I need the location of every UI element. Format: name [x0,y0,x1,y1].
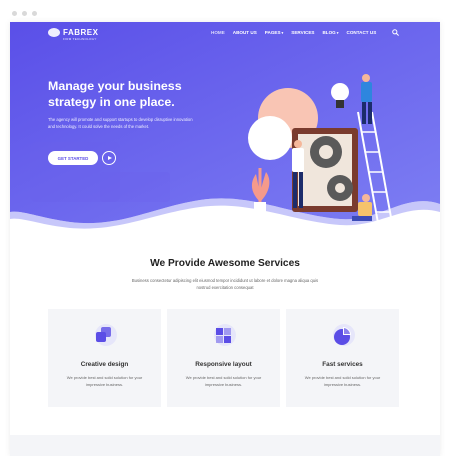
search-icon[interactable] [392,29,399,36]
grid-icon [214,324,236,346]
navbar: FABREX FIRM TECHNOLOGY HOME ABOUT US PAG… [10,22,440,46]
service-card-creative-design[interactable]: Creative design We provide best and soli… [48,309,161,407]
play-video-button[interactable] [102,151,116,165]
play-icon [107,156,112,160]
card-text: We provide best and solid solution for y… [304,375,381,387]
get-started-button[interactable]: GET STARTED [48,151,98,165]
brand-tagline: FIRM TECHNOLOGY [63,37,97,41]
service-card-responsive-layout[interactable]: Responsive layout We provide best and so… [167,309,280,407]
brand-logo[interactable]: FABREX FIRM TECHNOLOGY [48,27,99,41]
hero-title: Manage your business strategy in one pla… [48,79,182,109]
service-card-fast-services[interactable]: Fast services We provide best and solid … [286,309,399,407]
card-text: We provide best and solid solution for y… [185,375,262,387]
services-subtitle: Business consectetur adipiscing elit eiu… [131,278,319,290]
nav-item-about-us[interactable]: ABOUT US [233,30,257,35]
card-title: Fast services [322,361,363,368]
service-cards: Creative design We provide best and soli… [48,309,399,407]
brand-name: FABREX [63,27,99,37]
nav-item-blog[interactable]: BLOG▾ [322,30,338,35]
hero-description: The agency will promote and support star… [48,117,193,129]
pie-chart-icon [333,324,355,346]
nav-item-services[interactable]: SERVICES [291,30,314,35]
services-title: We Provide Awesome Services [150,258,300,269]
card-title: Responsive layout [195,361,252,368]
nav-item-contact-us[interactable]: CONTACT US [347,30,377,35]
main-nav: HOME ABOUT US PAGES▾ SERVICES BLOG▾ CONT… [211,30,376,35]
window-dot-minimize[interactable] [22,11,27,16]
nav-item-home[interactable]: HOME [211,30,225,35]
chevron-down-icon: ▾ [281,31,284,35]
logo-icon [48,28,60,37]
nav-item-pages[interactable]: PAGES▾ [265,30,284,35]
window-dot-maximize[interactable] [32,11,37,16]
page-frame: FABREX FIRM TECHNOLOGY HOME ABOUT US PAG… [10,22,440,456]
hero-section: FABREX FIRM TECHNOLOGY HOME ABOUT US PAG… [10,22,440,235]
window-controls [12,11,37,16]
layers-icon [95,324,117,346]
card-title: Creative design [80,361,129,368]
next-section-band [10,435,440,456]
chevron-down-icon: ▾ [336,31,339,35]
window-dot-close[interactable] [12,11,17,16]
hero-illustration [248,74,395,235]
card-text: We provide best and solid solution for y… [66,375,143,387]
